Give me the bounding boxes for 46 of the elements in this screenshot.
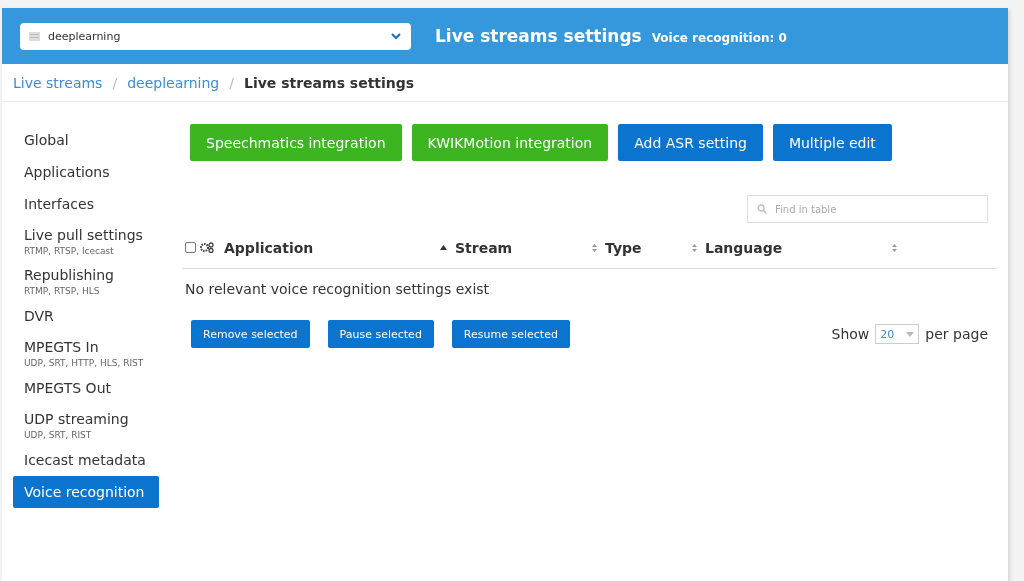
- breadcrumb-separator: /: [229, 74, 234, 91]
- sort-icon[interactable]: [892, 243, 897, 252]
- breadcrumb-link[interactable]: Live streams: [13, 74, 103, 91]
- column-header[interactable]: Application: [224, 239, 314, 256]
- stream-select[interactable]: deeplearning: [20, 22, 411, 50]
- bulk-action-button[interactable]: Resume selected: [451, 320, 570, 348]
- sidebar-item[interactable]: Republishing RTMP, RTSP, HLS: [13, 260, 159, 300]
- column-header[interactable]: Type: [605, 239, 642, 256]
- empty-table-message: No relevant voice recognition settings exist: [184, 280, 491, 297]
- per-page-label: per page: [925, 326, 988, 342]
- sidebar-item-subtitle: UDP, SRT, HTTP, HLS, RIST: [24, 358, 145, 368]
- action-button[interactable]: Multiple edit: [772, 124, 892, 161]
- sidebar-item[interactable]: Voice recognition: [13, 476, 159, 508]
- sidebar-item[interactable]: Applications: [13, 156, 159, 188]
- breadcrumb-current: Live streams settings: [243, 74, 415, 91]
- sidebar-item-subtitle: UDP, SRT, RIST: [24, 430, 93, 440]
- column-header[interactable]: Stream: [455, 239, 513, 256]
- breadcrumb-link[interactable]: deeplearning: [127, 74, 220, 91]
- sidebar-item[interactable]: MPEGTS In UDP, SRT, HTTP, HLS, RIST: [13, 332, 159, 372]
- caret-down-icon: [906, 331, 915, 337]
- breadcrumb-separator: /: [112, 74, 118, 91]
- sort-icon[interactable]: [592, 243, 597, 252]
- list-icon: [29, 31, 40, 41]
- page-size-select[interactable]: 20: [875, 324, 920, 344]
- sidebar-item[interactable]: Global: [13, 124, 159, 156]
- sidebar-item[interactable]: UDP streaming UDP, SRT, RIST: [13, 404, 159, 444]
- sidebar-item[interactable]: DVR: [13, 300, 159, 332]
- sort-ascending-icon[interactable]: [440, 245, 447, 250]
- action-button[interactable]: Add ASR setting: [618, 124, 763, 161]
- sidebar-item-subtitle: RTMP, RTSP, HLS: [24, 286, 101, 296]
- column-header[interactable]: Language: [705, 239, 783, 256]
- sidebar-item[interactable]: Icecast metadata: [13, 444, 159, 476]
- sidebar-item[interactable]: Interfaces: [13, 188, 159, 220]
- bulk-action-button[interactable]: Remove selected: [191, 320, 310, 348]
- gears-icon[interactable]: [200, 242, 214, 253]
- sort-icon[interactable]: [692, 243, 697, 252]
- select-all-checkbox[interactable]: [185, 242, 196, 253]
- sidebar-item[interactable]: MPEGTS Out: [13, 372, 159, 404]
- page-subtitle: Voice recognition: 0: [651, 30, 787, 45]
- show-label: Show: [831, 326, 870, 342]
- page-title: Live streams settings: [435, 26, 642, 46]
- sidebar-item-subtitle: RTMP, RTSP, Icecast: [24, 246, 115, 256]
- sidebar-item[interactable]: Live pull settings RTMP, RTSP, Icecast: [13, 220, 159, 260]
- chevron-down-icon: [391, 32, 401, 40]
- search-icon: [757, 204, 767, 214]
- bulk-action-button[interactable]: Pause selected: [327, 320, 434, 348]
